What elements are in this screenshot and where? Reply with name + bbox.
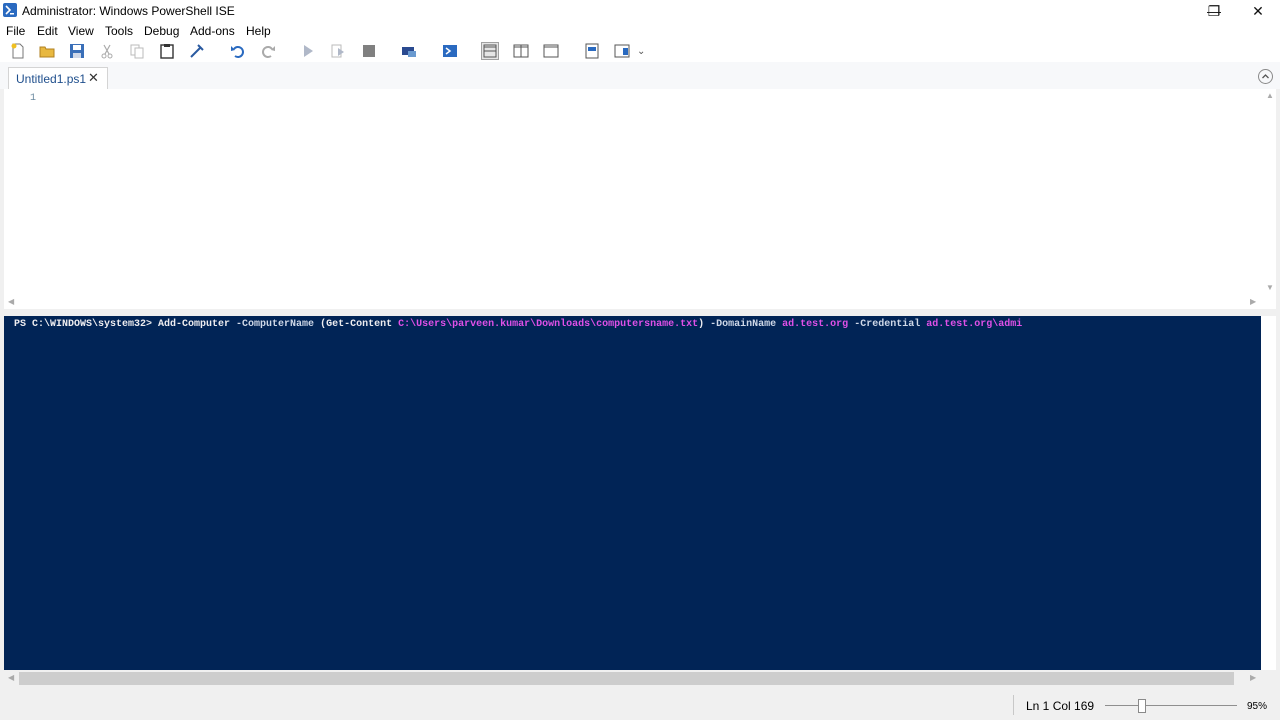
pane-splitter[interactable] (0, 309, 1280, 316)
redo-icon[interactable] (259, 42, 277, 60)
minimize-button-slot (1148, 0, 1192, 22)
layout-max-icon[interactable] (542, 42, 560, 60)
command-line: PS C:\WINDOWS\system32> Add-Computer -Co… (14, 319, 1022, 330)
editor-vertical-scrollbar[interactable]: ▲ ▼ (1263, 89, 1276, 296)
collapse-script-pane-icon[interactable] (1258, 69, 1273, 84)
run-icon[interactable] (299, 42, 317, 60)
show-addon-icon[interactable] (613, 42, 631, 60)
domain-argument: ad.test.org (782, 319, 849, 330)
undo-icon[interactable] (229, 42, 247, 60)
scroll-right-icon[interactable]: ▶ (1250, 297, 1256, 306)
zoom-level: 95% (1247, 701, 1268, 712)
zoom-slider-thumb[interactable] (1138, 699, 1146, 713)
clear-icon[interactable] (188, 42, 206, 60)
scroll-up-icon[interactable]: ▲ (1266, 91, 1274, 100)
scroll-down-icon[interactable]: ▼ (1266, 283, 1274, 292)
param-computername: -ComputerName (230, 319, 321, 330)
param-credential: -Credential (848, 319, 927, 330)
status-divider (1013, 695, 1014, 715)
zoom-slider[interactable] (1105, 705, 1237, 706)
layout-right-icon[interactable] (512, 42, 530, 60)
script-editor[interactable]: 1 (4, 89, 1263, 296)
cursor-position: Ln 1 Col 169 (1026, 699, 1095, 713)
cut-icon[interactable] (98, 42, 116, 60)
scroll-left-icon[interactable]: ◀ (8, 673, 14, 682)
tab-strip: Untitled1.ps1 ✕ (0, 62, 1280, 89)
new-remote-tab-icon[interactable] (400, 42, 418, 60)
show-commands-icon[interactable] (583, 42, 601, 60)
status-bar: Ln 1 Col 169 95% (0, 690, 1280, 720)
scrollbar-thumb[interactable] (19, 672, 1234, 685)
menu-addons[interactable]: Add-ons (190, 24, 235, 38)
new-icon[interactable] (9, 42, 27, 60)
console-pane[interactable]: PS C:\WINDOWS\system32> Add-Computer -Co… (4, 316, 1261, 670)
powershell-app-icon (3, 3, 17, 17)
tab-untitled1[interactable]: Untitled1.ps1 ✕ (8, 67, 108, 89)
paste-icon[interactable] (158, 42, 176, 60)
menu-edit[interactable]: Edit (37, 24, 58, 38)
tab-close-icon[interactable]: ✕ (88, 70, 99, 86)
path-argument: C:\Users\parveen.kumar\Downloads\compute… (398, 319, 699, 330)
close-button[interactable]: ✕ (1236, 0, 1280, 22)
title-bar: Administrator: Windows PowerShell ISE — … (0, 0, 1280, 22)
menu-view[interactable]: View (68, 24, 94, 38)
line-number: 1 (30, 93, 37, 104)
stop-icon[interactable] (360, 42, 378, 60)
param-domainname: -DomainName (704, 319, 783, 330)
open-icon[interactable] (38, 42, 56, 60)
cmdlet-name: Add-Computer (158, 319, 231, 330)
menu-debug[interactable]: Debug (144, 24, 179, 38)
menu-file[interactable]: File (6, 24, 25, 38)
credential-argument: ad.test.org\admi (926, 319, 1023, 330)
scroll-right-icon[interactable]: ▶ (1250, 673, 1256, 682)
tab-label: Untitled1.ps1 (16, 72, 87, 86)
window-title: Administrator: Windows PowerShell ISE (22, 4, 235, 18)
scroll-left-icon[interactable]: ◀ (8, 297, 14, 306)
run-selection-icon[interactable] (329, 42, 347, 60)
start-powershell-icon[interactable] (441, 42, 459, 60)
console-prompt: PS C:\WINDOWS\system32> (14, 319, 159, 330)
editor-horizontal-scrollbar[interactable]: ◀ ▶ (4, 296, 1276, 309)
copy-icon[interactable] (128, 42, 146, 60)
menu-tools[interactable]: Tools (105, 24, 133, 38)
menu-bar: File Edit View Tools Debug Add-ons Help (0, 22, 1280, 40)
menu-help[interactable]: Help (246, 24, 271, 38)
save-icon[interactable] (68, 42, 86, 60)
toolbar: ⌄ (0, 40, 1280, 62)
subexpr-open: (Get-Content (320, 319, 399, 330)
console-vertical-scrollbar[interactable] (1261, 316, 1276, 670)
console-horizontal-scrollbar[interactable]: ◀ ▶ (4, 670, 1276, 687)
layout-top-icon[interactable] (481, 42, 499, 60)
restore-button[interactable]: ❐ (1192, 0, 1236, 22)
